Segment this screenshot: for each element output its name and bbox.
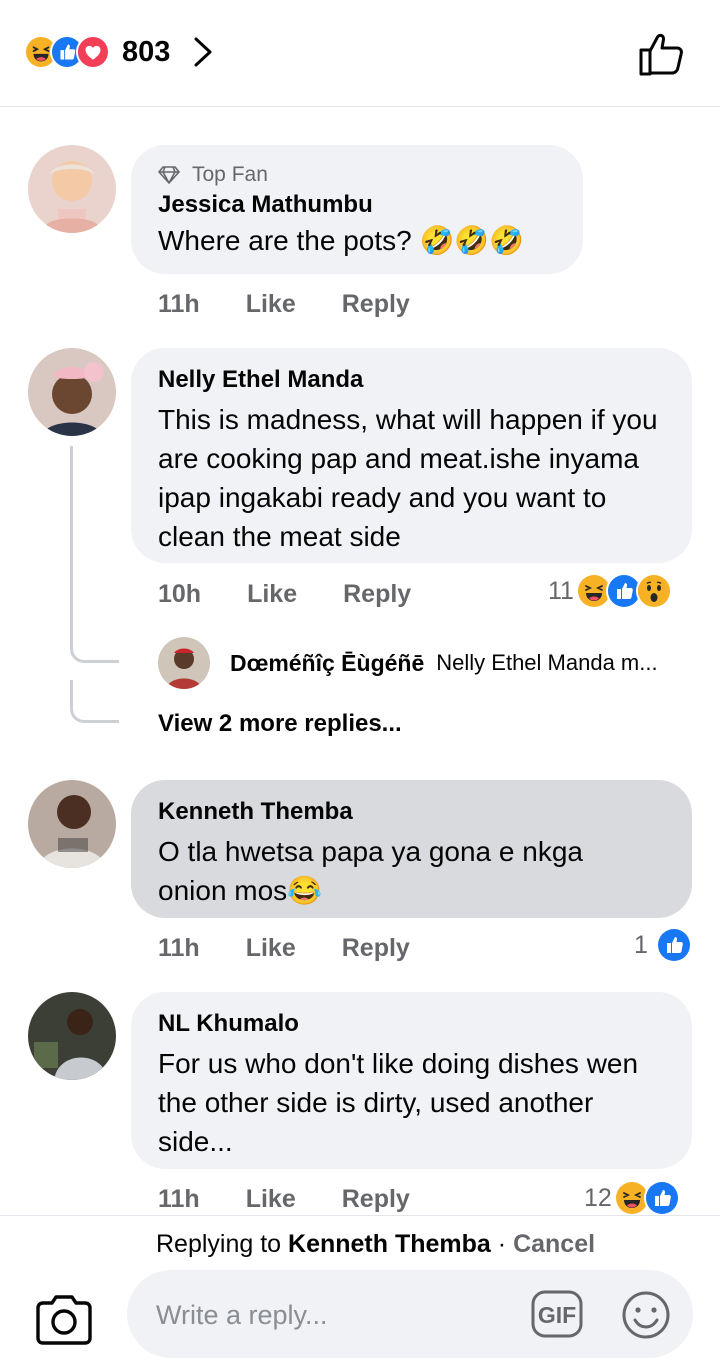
thread-line bbox=[70, 446, 73, 634]
reply-input-container: GIF bbox=[127, 1270, 693, 1358]
gif-icon[interactable]: GIF bbox=[531, 1290, 583, 1338]
like-icon bbox=[643, 1180, 680, 1216]
diamond-icon bbox=[158, 166, 180, 184]
cancel-reply-button[interactable]: Cancel bbox=[513, 1230, 595, 1258]
avatar[interactable] bbox=[28, 348, 116, 436]
replying-to-name: Kenneth Themba bbox=[288, 1230, 491, 1258]
comment-time[interactable]: 11h bbox=[158, 1185, 200, 1214]
comment-reactions[interactable]: 12 bbox=[584, 1180, 680, 1216]
commenter-name[interactable]: Kenneth Themba bbox=[158, 798, 665, 826]
reply-input[interactable] bbox=[154, 1292, 518, 1338]
thumbs-up-icon[interactable] bbox=[637, 30, 687, 78]
comment-time[interactable]: 11h bbox=[158, 290, 200, 319]
commenter-name[interactable]: Nelly Ethel Manda bbox=[158, 366, 665, 394]
comment-bubble[interactable]: Nelly Ethel Manda This is madness, what … bbox=[131, 348, 692, 563]
reaction-count: 803 bbox=[122, 35, 171, 68]
like-button[interactable]: Like bbox=[246, 290, 296, 319]
emoji-icon[interactable] bbox=[621, 1290, 671, 1340]
commenter-name[interactable]: Jessica Mathumbu bbox=[158, 191, 556, 219]
reply-snippet: Nelly Ethel Manda m... bbox=[436, 650, 658, 675]
thread-branch bbox=[70, 620, 119, 663]
reaction-count: 11 bbox=[548, 576, 574, 605]
comment-reactions[interactable]: 11 bbox=[548, 573, 672, 609]
view-more-replies-link[interactable]: View 2 more replies... bbox=[158, 710, 402, 738]
top-fan-badge: Top Fan bbox=[158, 163, 556, 187]
thread-branch bbox=[70, 680, 119, 723]
wow-icon bbox=[635, 573, 672, 609]
comment-actions: 11h Like Reply bbox=[158, 934, 456, 963]
commenter-name[interactable]: NL Khumalo bbox=[158, 1010, 665, 1038]
avatar[interactable] bbox=[158, 637, 210, 689]
reply-preview[interactable]: Dœméñîç Ēùgéñē Nelly Ethel Manda m... bbox=[158, 637, 658, 689]
camera-icon[interactable] bbox=[34, 1292, 94, 1348]
avatar[interactable] bbox=[28, 992, 116, 1080]
reactions-summary[interactable]: 803 bbox=[24, 34, 216, 70]
like-icon bbox=[655, 927, 692, 963]
comment-time[interactable]: 11h bbox=[158, 934, 200, 963]
gif-label: GIF bbox=[538, 1302, 576, 1328]
chevron-right-icon bbox=[194, 37, 212, 67]
comment-bubble[interactable]: Top Fan Jessica Mathumbu Where are the p… bbox=[131, 145, 583, 274]
avatar[interactable] bbox=[28, 780, 116, 868]
reply-button[interactable]: Reply bbox=[342, 290, 410, 319]
reaction-count: 12 bbox=[584, 1183, 612, 1212]
comment-text: For us who don't like doing dishes wen t… bbox=[158, 1048, 639, 1157]
comment-actions: 10h Like Reply bbox=[158, 580, 457, 609]
comment-bubble[interactable]: NL Khumalo For us who don't like doing d… bbox=[131, 992, 692, 1169]
comment-text: This is madness, what will happen if you… bbox=[158, 404, 658, 552]
love-icon bbox=[76, 35, 110, 69]
comment-time[interactable]: 10h bbox=[158, 580, 201, 609]
comment-actions: 11h Like Reply bbox=[158, 290, 456, 319]
comment-text: O tla hwetsa papa ya gona e nkga onion m… bbox=[158, 836, 583, 906]
comment-reactions[interactable]: 1 bbox=[634, 927, 692, 963]
avatar[interactable] bbox=[28, 145, 116, 233]
reply-button[interactable]: Reply bbox=[342, 934, 410, 963]
reaction-count: 1 bbox=[634, 930, 648, 959]
reply-author[interactable]: Dœméñîç Ēùgéñē bbox=[230, 650, 424, 677]
reply-composer: Replying to Kenneth Themba · Cancel GIF bbox=[0, 1215, 720, 1365]
comment-bubble[interactable]: Kenneth Themba O tla hwetsa papa ya gona… bbox=[131, 780, 692, 918]
reply-button[interactable]: Reply bbox=[343, 580, 411, 609]
reply-button[interactable]: Reply bbox=[342, 1185, 410, 1214]
reactions-header: 803 bbox=[0, 0, 720, 107]
like-button[interactable]: Like bbox=[247, 580, 297, 609]
comment-actions: 11h Like Reply bbox=[158, 1185, 456, 1214]
replying-to-bar: Replying to Kenneth Themba · Cancel bbox=[156, 1230, 596, 1258]
like-button[interactable]: Like bbox=[246, 1185, 296, 1214]
like-button[interactable]: Like bbox=[246, 934, 296, 963]
comment-text: Where are the pots? 🤣🤣🤣 bbox=[158, 225, 525, 256]
